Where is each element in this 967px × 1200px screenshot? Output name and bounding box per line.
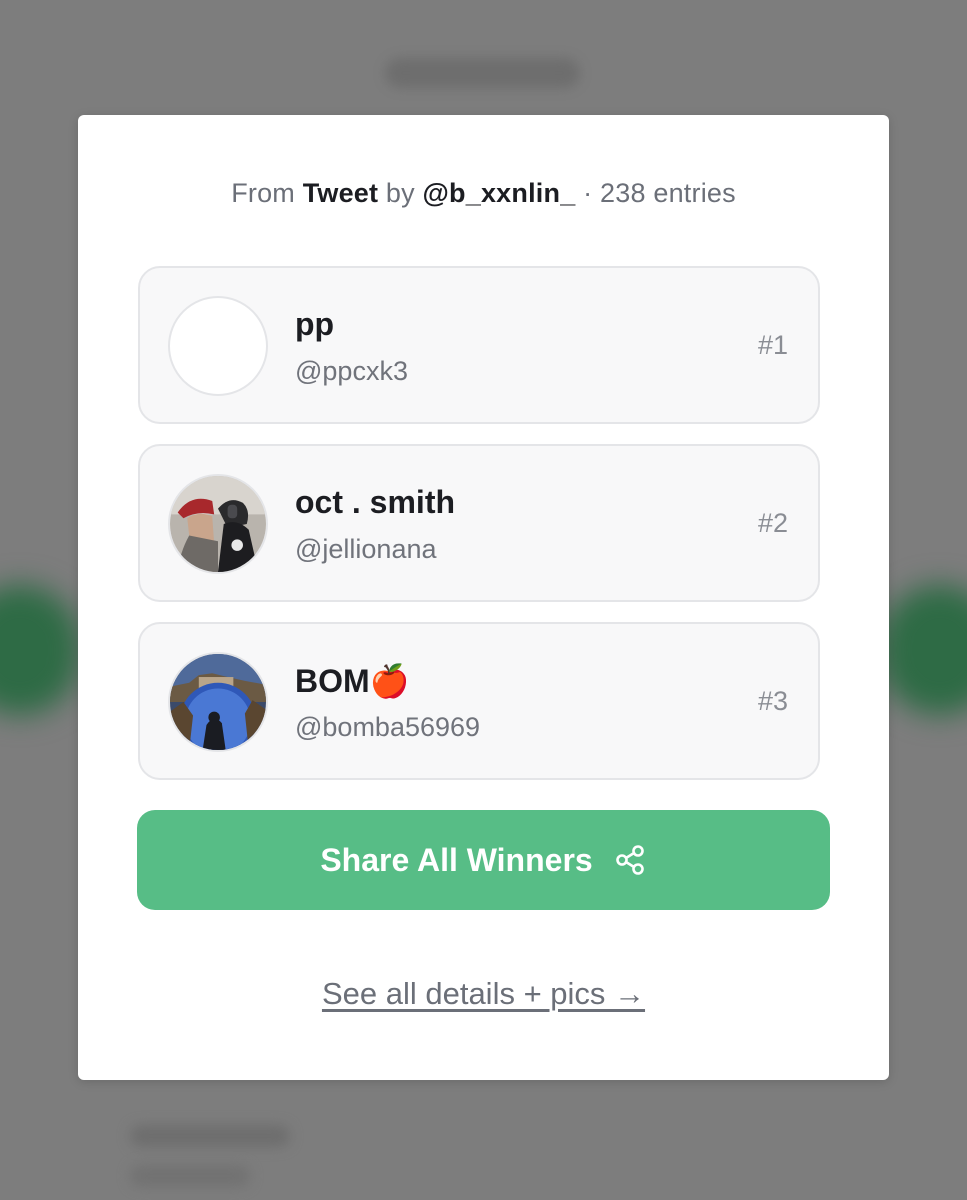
winner-handle: @bomba56969 <box>295 712 481 742</box>
winner-card-1[interactable]: pp @ppcxk3 #1 <box>138 266 820 424</box>
winner-card-2[interactable]: oct . smith @jellionana #2 <box>138 444 820 602</box>
photo-avatar <box>168 652 268 752</box>
photo-avatar <box>168 474 268 574</box>
winner-rank: #3 <box>757 686 788 716</box>
see-all-details-link[interactable]: See all details + pics → <box>0 976 967 1012</box>
blurred-background-button-left <box>0 585 80 715</box>
share-button-label: Share All Winners <box>320 841 593 878</box>
source-separator: · <box>583 178 593 208</box>
winner-card-3[interactable]: BOM🍎 @bomba56969 #3 <box>138 622 820 780</box>
winner-name: oct . smith <box>295 484 456 520</box>
blurred-background-button-right <box>880 585 967 715</box>
blurred-background-title <box>385 58 580 88</box>
blurred-background-text <box>130 1125 290 1147</box>
share-all-winners-button[interactable]: Share All Winners <box>137 810 830 910</box>
winner-name: BOM🍎 <box>295 663 410 699</box>
entries-count: 238 entries <box>600 178 736 208</box>
winner-handle: @ppcxk3 <box>295 356 408 386</box>
blurred-background-text <box>130 1165 250 1187</box>
source-platform: Tweet <box>302 178 379 208</box>
winner-handle: @jellionana <box>295 534 437 564</box>
winner-name: pp <box>295 306 335 342</box>
source-prefix: From <box>231 178 295 208</box>
winner-rank: #2 <box>757 508 788 538</box>
source-author: @b_xxnlin_ <box>422 178 576 208</box>
source-by: by <box>385 178 415 208</box>
winner-rank: #1 <box>757 330 788 360</box>
source-line: From Tweet by @b_xxnlin_ · 238 entries <box>0 178 967 209</box>
blank-avatar <box>168 296 268 396</box>
share-icon <box>615 845 644 875</box>
